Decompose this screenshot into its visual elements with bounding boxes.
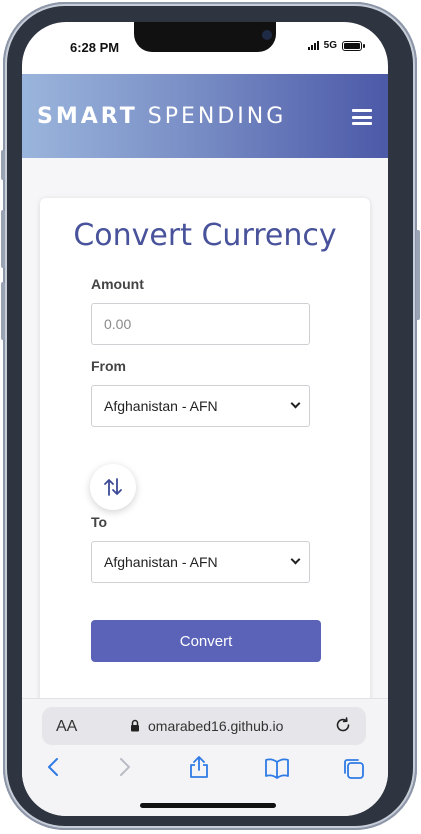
share-icon[interactable] xyxy=(188,755,210,779)
status-indicators: 5G xyxy=(307,40,365,51)
chevron-down-icon xyxy=(290,398,301,409)
lock-icon xyxy=(131,719,139,732)
chevron-down-icon xyxy=(290,554,301,565)
status-time: 6:28 PM xyxy=(70,40,120,55)
address-bar[interactable]: AA omarabed16.github.io xyxy=(42,707,366,745)
page-title: Convert Currency xyxy=(73,218,337,253)
to-currency-value: Afghanistan - AFN xyxy=(104,554,218,570)
forward-icon[interactable] xyxy=(118,757,132,777)
convert-button[interactable]: Convert xyxy=(91,620,321,662)
browser-toolbar: AA omarabed16.github.io xyxy=(22,698,388,816)
bookmarks-icon[interactable] xyxy=(264,757,290,779)
from-currency-value: Afghanistan - AFN xyxy=(104,398,218,414)
from-label: From xyxy=(91,358,126,374)
tabs-icon[interactable] xyxy=(342,757,366,781)
mute-switch xyxy=(1,150,5,180)
power-button xyxy=(416,230,420,320)
to-currency-select[interactable]: Afghanistan - AFN xyxy=(91,541,310,583)
amount-label: Amount xyxy=(91,276,144,292)
text-size-button[interactable]: AA xyxy=(56,718,77,736)
site-header: SMART SPENDING xyxy=(22,74,388,158)
from-currency-select[interactable]: Afghanistan - AFN xyxy=(91,385,310,427)
brand-logo[interactable]: SMART SPENDING xyxy=(37,104,286,129)
brand-bold: SMART xyxy=(37,104,138,129)
volume-down-button xyxy=(1,282,5,340)
screen: 6:28 PM 5G SMART SPENDING Convert Curren… xyxy=(22,22,388,816)
amount-input[interactable]: 0.00 xyxy=(91,303,310,345)
text-size-label: AA xyxy=(56,718,78,735)
volume-up-button xyxy=(1,210,5,268)
swap-icon[interactable] xyxy=(90,464,136,510)
battery-icon xyxy=(342,40,365,51)
network-type: 5G xyxy=(323,40,337,51)
to-label: To xyxy=(91,514,108,530)
camera xyxy=(262,30,272,40)
home-indicator xyxy=(140,803,276,808)
notch xyxy=(134,22,276,52)
converter-card: Convert Currency Amount 0.00 From Afghan… xyxy=(40,198,370,718)
brand-light: SPENDING xyxy=(147,104,287,129)
signal-icon xyxy=(307,41,319,50)
url-text: omarabed16.github.io xyxy=(148,718,284,734)
menu-icon[interactable] xyxy=(352,109,372,125)
back-icon[interactable] xyxy=(46,757,60,777)
reload-icon[interactable] xyxy=(334,716,352,734)
main-content: Convert Currency Amount 0.00 From Afghan… xyxy=(22,158,388,718)
